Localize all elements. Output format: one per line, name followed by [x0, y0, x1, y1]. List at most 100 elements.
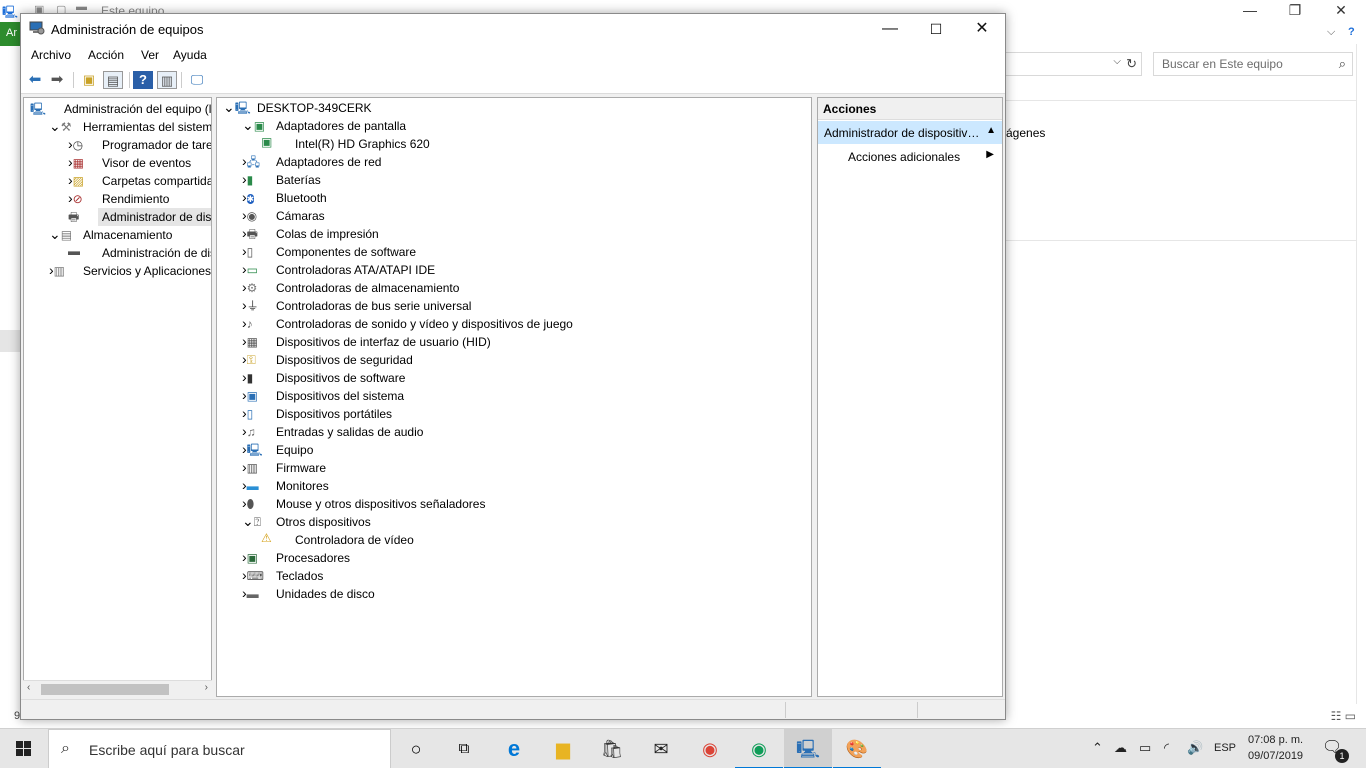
explorer-nav-highlight	[0, 330, 20, 352]
chevron-down-icon[interactable]: ⌄	[49, 226, 61, 242]
tree-item-label: Servicios y Aplicaciones	[83, 264, 212, 278]
tree-item[interactable]: Programador de tareas	[98, 136, 211, 154]
view-toggle-icons[interactable]: ☷ ▭	[1331, 709, 1356, 723]
close-button[interactable]: ✕	[959, 14, 1005, 44]
tree-item[interactable]: Servicios y Aplicaciones	[79, 262, 212, 280]
help-icon[interactable]: ?	[133, 71, 153, 89]
camera-icon: ◉	[246, 209, 258, 223]
system-device-icon: ▣	[246, 389, 259, 403]
edge-icon[interactable]: e	[490, 729, 538, 768]
volume-icon[interactable]: 🔊	[1187, 740, 1203, 756]
quick-access-dropdown-icon[interactable]: ▬	[76, 1, 87, 13]
chevron-down-icon[interactable]: ⌄	[242, 513, 254, 529]
expand-ribbon-icon[interactable]: ⌵	[1327, 26, 1335, 39]
notification-badge: 1	[1335, 749, 1349, 763]
chrome-icon[interactable]: ◉	[686, 729, 734, 768]
scan-hardware-icon[interactable]: 🖵	[187, 71, 207, 89]
action-center-button[interactable]: 🗨 1	[1322, 737, 1349, 763]
help-icon[interactable]: ?	[1348, 26, 1355, 38]
onedrive-icon[interactable]: ☁	[1114, 740, 1127, 756]
explorer-close-button[interactable]: ✕	[1331, 2, 1351, 22]
menu-ver[interactable]: Ver	[141, 48, 159, 62]
mail-icon[interactable]: ✉	[637, 729, 685, 768]
tree-item[interactable]: Herramientas del sistema	[79, 118, 211, 136]
tools-icon: ⚒	[60, 120, 72, 134]
actions-more-label: Acciones adicionales	[848, 150, 961, 164]
cortana-icon[interactable]: ○	[392, 729, 440, 768]
show-hide-tree-icon[interactable]: ▤	[103, 71, 123, 89]
explorer-file-tab[interactable]: Ar	[0, 22, 22, 46]
search-icon: ⌕	[61, 740, 70, 757]
tree-item-label: DESKTOP-349CERK	[257, 101, 372, 115]
paint-icon[interactable]: 🎨	[833, 729, 881, 768]
tree-item[interactable]: Visor de eventos	[98, 154, 211, 172]
audio-io-icon: ♫	[246, 425, 256, 439]
collapse-triangle-icon[interactable]: ▲	[986, 125, 996, 136]
taskbar-search-box[interactable]: ⌕ Escribe aquí para buscar	[48, 729, 391, 768]
explorer-search-placeholder: Buscar en Este equipo	[1162, 57, 1283, 71]
portable-device-icon: ▯	[246, 407, 254, 421]
chevron-down-icon[interactable]: ⌄	[223, 99, 235, 115]
horizontal-scrollbar[interactable]: ‹ ›	[23, 680, 212, 697]
toolbar-separator	[129, 72, 130, 88]
computer-management-taskbar-icon[interactable]: 🖳	[784, 729, 832, 768]
actions-device-manager-item[interactable]: Administrador de dispositivos ▲	[818, 121, 1002, 144]
show-action-pane-icon[interactable]: ▥	[157, 71, 177, 89]
file-explorer-icon[interactable]: ▆	[539, 729, 587, 768]
chevron-down-icon[interactable]: ⌄	[242, 117, 254, 133]
up-folder-icon[interactable]: ▣	[79, 71, 99, 89]
maximize-button[interactable]: ☐	[913, 14, 959, 44]
actions-header: Acciones	[818, 98, 1002, 120]
explorer-address-bar[interactable]: ⌵ ↻	[1006, 52, 1142, 76]
chrome-profile-icon[interactable]: ◉	[735, 729, 783, 768]
explorer-search-input[interactable]: Buscar en Este equipo ⌕	[1153, 52, 1353, 76]
other-devices-icon: ⍰	[253, 515, 261, 529]
wifi-icon[interactable]: ◜	[1164, 740, 1169, 756]
actions-more-item[interactable]: Acciones adicionales ▶	[818, 146, 1002, 166]
warning-device-icon: ⚠	[261, 531, 272, 545]
ide-controller-icon: ▭	[246, 263, 259, 277]
tree-item-label: Otros dispositivos	[276, 515, 371, 529]
tree-item-label: Rendimiento	[102, 192, 170, 206]
menu-ayuda[interactable]: Ayuda	[173, 48, 207, 62]
scroll-right-icon[interactable]: ›	[205, 682, 208, 693]
toolbar-separator	[181, 72, 182, 88]
actions-pane: Acciones Administrador de dispositivos ▲…	[817, 97, 1003, 697]
scrollbar-thumb[interactable]	[41, 684, 169, 695]
show-hidden-icons-icon[interactable]: ⌃	[1092, 740, 1103, 756]
tree-item[interactable]: Almacenamiento	[79, 226, 211, 244]
tree-item-label: Controladoras de sonido y vídeo y dispos…	[276, 317, 573, 331]
window-titlebar: Administración de equipos — ☐ ✕	[21, 14, 1005, 44]
tree-item-label: Baterías	[276, 173, 321, 187]
address-dropdown-icon[interactable]: ⌵	[1113, 56, 1121, 67]
window-title: Administración de equipos	[51, 22, 204, 37]
menu-accion[interactable]: Acción	[88, 48, 124, 62]
storage-controller-icon: ⚙	[246, 281, 258, 295]
tree-item[interactable]: Carpetas compartidas	[98, 172, 211, 190]
explorer-maximize-button[interactable]: ❐	[1285, 2, 1305, 22]
chevron-right-icon[interactable]: ›	[242, 189, 247, 205]
menu-archivo[interactable]: Archivo	[31, 48, 71, 62]
back-arrow-icon[interactable]: ⬅	[25, 71, 45, 89]
minimize-button[interactable]: —	[867, 14, 913, 44]
windows-logo-icon	[16, 741, 31, 756]
clock[interactable]: 07:08 p. m. 09/07/2019	[1248, 732, 1303, 764]
window-statusbar	[21, 699, 1005, 719]
forward-arrow-icon[interactable]: ➡	[47, 71, 67, 89]
explorer-minimize-button[interactable]: —	[1240, 2, 1260, 22]
network-adapter-icon: 🖧	[246, 155, 261, 169]
battery-icon[interactable]: ▭	[1139, 740, 1151, 756]
tree-item-label: Equipo	[276, 443, 314, 457]
tree-item[interactable]: Rendimiento	[98, 190, 211, 208]
chevron-down-icon[interactable]: ⌄	[49, 118, 61, 134]
language-indicator[interactable]: ESP	[1214, 742, 1236, 754]
tree-item[interactable]: Administración de disco	[98, 244, 211, 262]
refresh-icon[interactable]: ↻	[1126, 56, 1137, 72]
explorer-item-label[interactable]: ágenes	[1006, 126, 1045, 140]
store-icon[interactable]: 🛍	[588, 729, 636, 768]
start-button[interactable]	[0, 729, 48, 768]
scroll-left-icon[interactable]: ‹	[27, 682, 30, 693]
tree-item[interactable]: Administración del equipo (loc	[60, 100, 211, 118]
task-view-icon[interactable]: ⧉	[440, 729, 488, 768]
tree-item[interactable]: Administrador de dispo	[98, 208, 211, 226]
